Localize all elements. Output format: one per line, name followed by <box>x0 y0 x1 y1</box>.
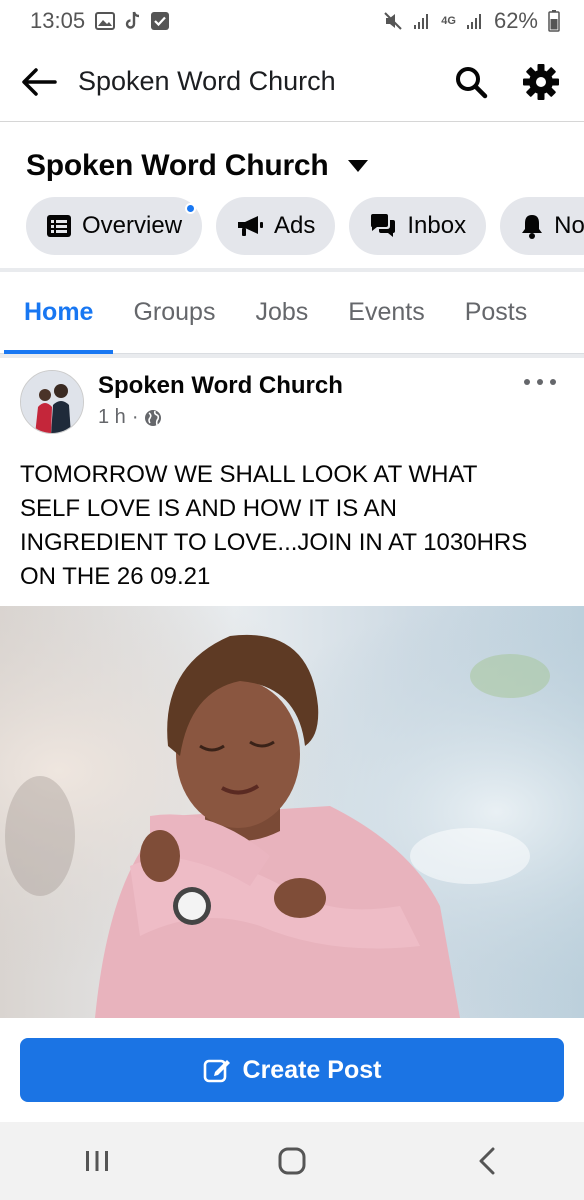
notifications-label: Not <box>554 212 584 239</box>
more-dot-icon <box>537 379 543 385</box>
back-button[interactable] <box>0 42 78 122</box>
chevron-left-icon <box>479 1147 495 1175</box>
post-author[interactable]: Spoken Word Church <box>98 372 343 400</box>
status-time: 13:05 <box>30 8 86 33</box>
inbox-button[interactable]: Inbox <box>349 197 487 255</box>
tab-posts[interactable]: Posts <box>445 272 548 354</box>
caret-down-icon <box>347 160 368 172</box>
ads-button[interactable]: Ads <box>216 197 336 255</box>
post-image[interactable] <box>0 606 584 1018</box>
create-post-bar: Create Post <box>0 1018 584 1122</box>
page-header: Spoken Word Church Overview Ads Inbox No… <box>0 123 584 270</box>
notifications-button[interactable]: Not <box>500 197 584 255</box>
post-card: Spoken Word Church 1 h · TOMORROW WE SHA… <box>0 358 584 1018</box>
battery-percent: 62% <box>493 8 538 33</box>
post-text: TOMORROW WE SHALL LOOK AT WHAT SELF LOVE… <box>20 461 528 590</box>
tab-jobs[interactable]: Jobs <box>235 272 328 354</box>
settings-button[interactable] <box>522 63 560 101</box>
meta-separator: · <box>131 406 139 428</box>
more-dot-icon <box>550 379 556 385</box>
page-tabs: Home Groups Jobs Events Posts <box>0 272 584 354</box>
network-type: 4G <box>441 15 456 27</box>
back-nav-button[interactable] <box>442 1126 532 1196</box>
ads-label: Ads <box>274 212 316 239</box>
chat-icon <box>371 214 396 237</box>
more-dot-icon <box>524 379 530 385</box>
page-name: Spoken Word Church <box>26 149 329 182</box>
gear-icon <box>523 63 559 100</box>
bell-icon <box>522 215 543 239</box>
list-icon <box>47 215 71 237</box>
battery-icon <box>548 10 560 32</box>
app-bar: Spoken Word Church <box>0 42 584 122</box>
page-switcher[interactable]: Spoken Word Church <box>26 149 369 183</box>
home-icon <box>278 1147 306 1175</box>
overview-button[interactable]: Overview <box>26 197 203 255</box>
mute-icon <box>383 11 403 31</box>
app-bar-title: Spoken Word Church <box>78 66 336 96</box>
tab-home[interactable]: Home <box>0 272 114 354</box>
megaphone-icon <box>238 216 264 236</box>
search-icon <box>456 66 488 98</box>
tiktok-icon <box>125 11 141 31</box>
notification-dot <box>185 203 197 214</box>
create-post-label: Create Post <box>242 1055 382 1084</box>
tab-groups[interactable]: Groups <box>113 272 235 354</box>
globe-icon <box>145 409 162 426</box>
post-time[interactable]: 1 h <box>98 406 126 429</box>
overview-label: Overview <box>82 212 183 239</box>
system-nav-bar <box>0 1122 584 1200</box>
check-icon <box>151 12 170 30</box>
back-arrow-icon <box>22 67 57 96</box>
inbox-label: Inbox <box>407 212 467 239</box>
edit-icon <box>203 1059 230 1083</box>
avatar[interactable] <box>20 370 84 434</box>
create-post-button[interactable]: Create Post <box>20 1038 564 1102</box>
home-button[interactable] <box>247 1126 337 1196</box>
status-bar: 13:05 4G 62% <box>0 0 584 42</box>
recent-apps-icon <box>86 1151 109 1171</box>
recent-apps-button[interactable] <box>52 1126 142 1196</box>
post-meta: 1 h · <box>98 406 162 429</box>
signal-icon <box>413 12 431 30</box>
signal-icon <box>466 12 484 30</box>
search-button[interactable] <box>454 65 488 99</box>
more-options-button[interactable] <box>524 372 556 392</box>
image-icon <box>95 12 116 30</box>
post-header: Spoken Word Church 1 h · <box>0 358 584 448</box>
tab-events[interactable]: Events <box>328 272 444 354</box>
